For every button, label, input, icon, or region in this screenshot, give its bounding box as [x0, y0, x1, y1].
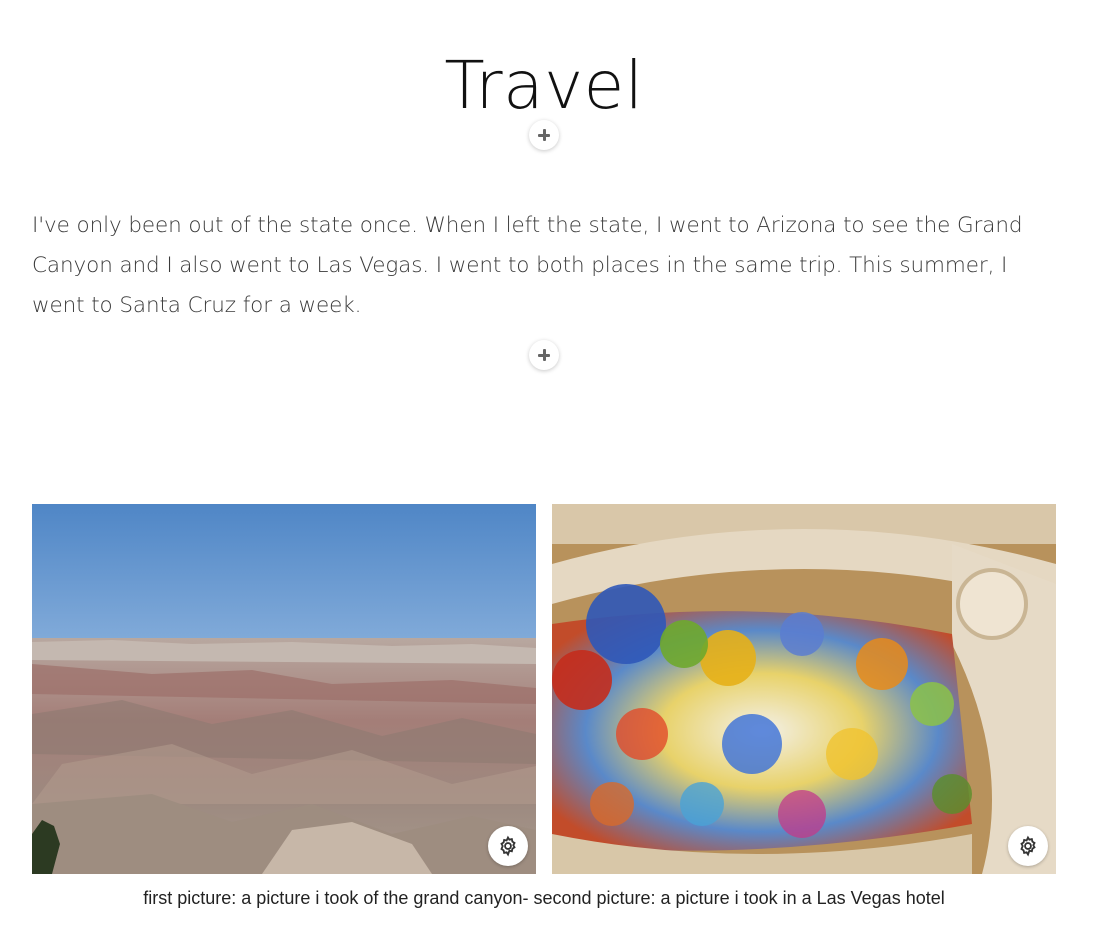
image-settings-button[interactable] [488, 826, 528, 866]
plus-icon [538, 129, 550, 141]
image-caption: first picture: a picture i took of the g… [143, 888, 945, 908]
page-title: Travel [444, 47, 644, 125]
add-block-button[interactable] [529, 340, 559, 370]
las-vegas-ceiling-image [552, 504, 1056, 874]
gear-icon [1020, 835, 1036, 857]
image-settings-button[interactable] [1008, 826, 1048, 866]
body-paragraph: I've only been out of the state once. Wh… [32, 212, 1023, 318]
grand-canyon-image [32, 504, 536, 874]
add-block-button[interactable] [529, 120, 559, 150]
plus-icon [538, 349, 550, 361]
las-vegas-hotel-photo[interactable] [552, 504, 1056, 874]
gear-icon [500, 835, 516, 857]
grand-canyon-photo[interactable] [32, 504, 536, 874]
